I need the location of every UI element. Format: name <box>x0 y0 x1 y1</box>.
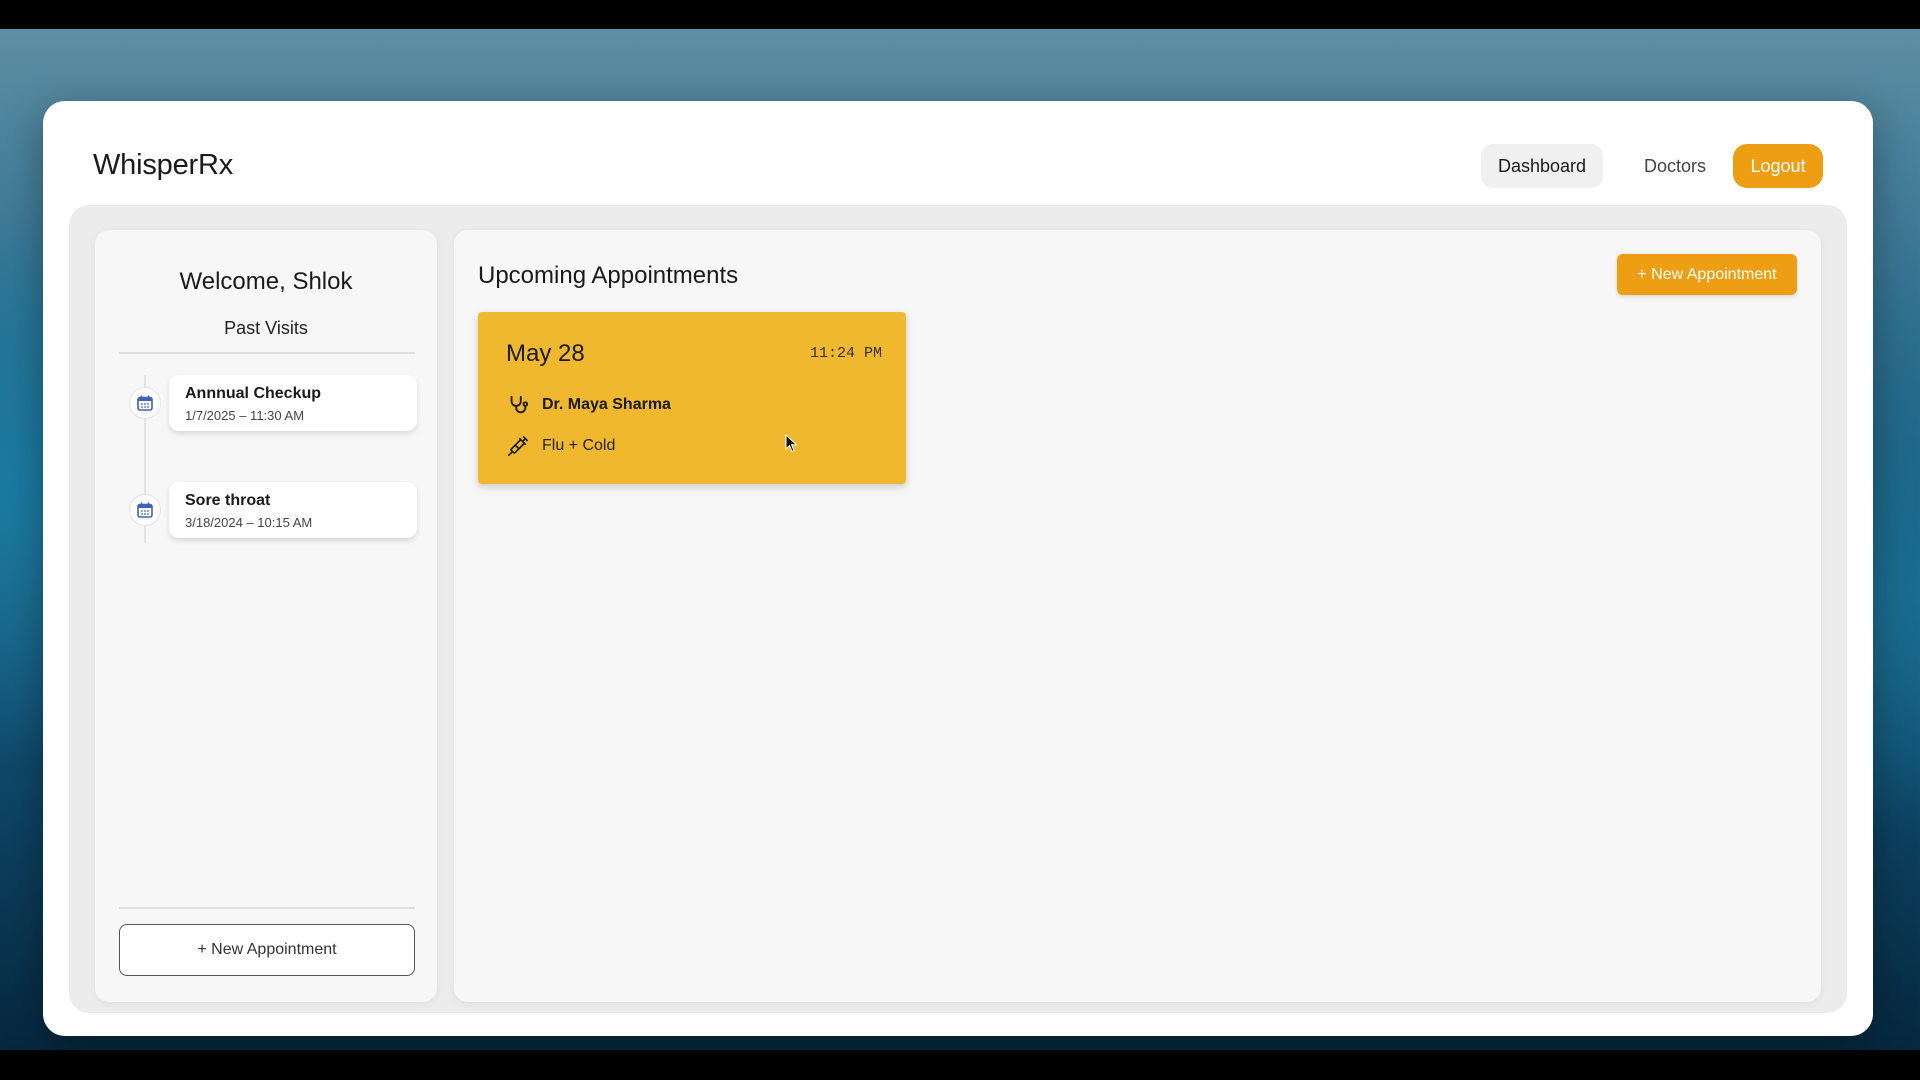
past-visit-card[interactable]: Annnual Checkup 1/7/2025 – 11:30 AM <box>169 375 417 431</box>
appointment-date: May 28 <box>506 340 585 367</box>
stethoscope-icon <box>506 393 530 417</box>
desktop-background: WhisperRx Dashboard Doctors Logout Welco… <box>0 29 1920 1050</box>
new-appointment-button[interactable]: + New Appointment <box>1617 254 1797 295</box>
appointments-panel: Upcoming Appointments + New Appointment … <box>454 230 1821 1002</box>
appointment-reason-row: Flu + Cold <box>506 433 615 459</box>
appointment-time: 11:24 PM <box>809 345 882 362</box>
calendar-icon <box>129 387 161 419</box>
divider <box>119 352 415 354</box>
sidebar: Welcome, Shlok Past Visits Annnual Check… <box>95 230 437 1002</box>
sidebar-new-appointment-button[interactable]: + New Appointment <box>119 924 415 976</box>
appointment-doctor-row: Dr. Maya Sharma <box>506 392 671 418</box>
syringe-icon <box>506 434 530 458</box>
content-area: Welcome, Shlok Past Visits Annnual Check… <box>69 205 1847 1013</box>
mouse-cursor-icon <box>785 434 798 453</box>
logout-button[interactable]: Logout <box>1733 144 1823 188</box>
visit-datetime: 3/18/2024 – 10:15 AM <box>185 515 313 530</box>
past-visit-card[interactable]: Sore throat 3/18/2024 – 10:15 AM <box>169 482 417 538</box>
visit-datetime: 1/7/2025 – 11:30 AM <box>185 408 305 423</box>
calendar-icon <box>129 494 161 526</box>
visit-title: Annnual Checkup <box>185 385 322 402</box>
app-window: WhisperRx Dashboard Doctors Logout Welco… <box>43 101 1873 1036</box>
welcome-heading: Welcome, Shlok <box>179 268 353 295</box>
divider <box>119 907 415 909</box>
visit-title: Sore throat <box>185 492 271 509</box>
upcoming-appointments-heading: Upcoming Appointments <box>478 262 739 289</box>
past-visits-heading: Past Visits <box>224 318 308 338</box>
top-navbar: WhisperRx Dashboard Doctors Logout <box>43 101 1873 206</box>
appointment-reason: Flu + Cold <box>542 437 616 454</box>
nav-doctors-link[interactable]: Doctors <box>1620 144 1730 188</box>
appointment-doctor: Dr. Maya Sharma <box>542 396 671 413</box>
appointment-card[interactable]: May 28 11:24 PM Dr. Maya Sharma Flu + Co… <box>478 312 906 484</box>
nav-dashboard-button[interactable]: Dashboard <box>1481 144 1603 188</box>
brand-logo-text: WhisperRx <box>93 149 233 181</box>
